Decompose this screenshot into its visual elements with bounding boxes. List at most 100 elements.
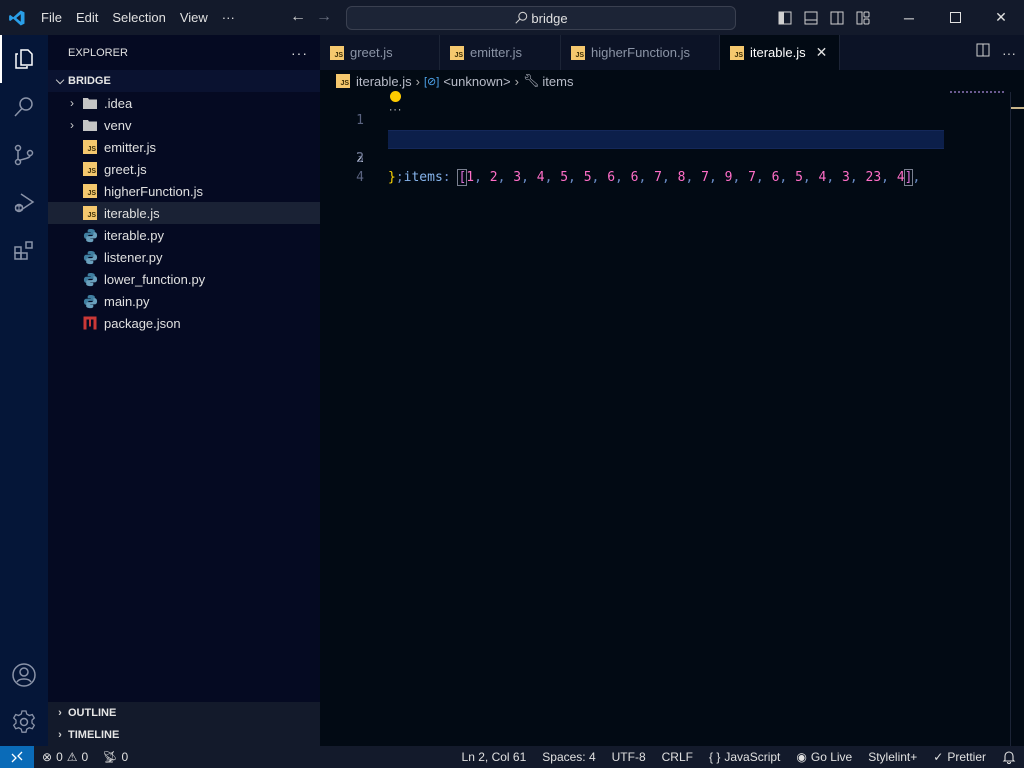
tree-item-higherfunction-js[interactable]: JS higherFunction.js: [48, 180, 320, 202]
editor-more-icon[interactable]: ···: [1002, 45, 1016, 61]
tree-item-greet-js[interactable]: JS greet.js: [48, 158, 320, 180]
token-comma: ,: [732, 170, 749, 185]
toggle-secondary-sidebar-icon[interactable]: [824, 0, 850, 35]
customize-layout-icon[interactable]: [850, 0, 876, 35]
ports-broadcast-icon: 📡︎: [102, 750, 118, 764]
problems-indicator[interactable]: ⊗ 0 ⚠︎ 0 📡︎ 0: [34, 750, 128, 764]
close-window-icon[interactable]: ✕: [978, 0, 1024, 35]
js-file-icon: JS: [336, 74, 350, 88]
tree-item-label: higherFunction.js: [104, 183, 203, 199]
toggle-panel-icon[interactable]: [798, 0, 824, 35]
toggle-primary-sidebar-icon[interactable]: [772, 0, 798, 35]
menu-edit[interactable]: Edit: [69, 0, 105, 35]
array-values: 1, 2, 3, 4, 5, 5, 6, 6, 7, 8, 7, 9, 7, 6…: [466, 170, 904, 185]
timeline-section[interactable]: › TIMELINE: [48, 724, 320, 746]
maximize-icon[interactable]: [932, 0, 978, 35]
array-number: 23: [865, 170, 882, 185]
indentation[interactable]: Spaces: 4: [534, 750, 603, 764]
end-of-line[interactable]: CRLF: [654, 750, 701, 764]
chevron-right-icon: ›: [58, 707, 62, 719]
settings-gear-icon[interactable]: [0, 698, 48, 746]
token-comma: ,: [826, 170, 843, 185]
folder-icon: [82, 95, 98, 111]
folder-name: BRIDGE: [68, 75, 111, 87]
breadcrumb-file[interactable]: iterable.js: [356, 74, 412, 89]
token-comma: ,: [912, 170, 921, 185]
explorer-icon[interactable]: [0, 35, 48, 83]
accounts-icon[interactable]: [0, 651, 48, 699]
menu-view[interactable]: View: [173, 0, 215, 35]
remote-indicator-icon[interactable]: [0, 746, 34, 768]
token-comma: ,: [544, 170, 561, 185]
tree-item-listener-py[interactable]: listener.py: [48, 246, 320, 268]
folder-header-bridge[interactable]: ⌵ BRIDGE: [48, 70, 320, 92]
lightbulb-icon[interactable]: [390, 91, 401, 102]
tree-item-iterable-js[interactable]: JS iterable.js: [48, 202, 320, 224]
menu-file[interactable]: File: [34, 0, 69, 35]
tree-item-lower-function-py[interactable]: lower_function.py: [48, 268, 320, 290]
minimize-icon[interactable]: ─: [886, 0, 932, 35]
array-number: 5: [795, 170, 803, 185]
encoding[interactable]: UTF-8: [604, 750, 654, 764]
token-comma: ,: [615, 170, 631, 185]
warning-icon: ⚠︎: [66, 750, 78, 764]
split-editor-icon[interactable]: [976, 43, 990, 62]
tree-item-label: emitter.js: [104, 139, 157, 155]
code-line-4: 4: [320, 149, 1024, 185]
tree-item-emitter-js[interactable]: JS emitter.js: [48, 136, 320, 158]
go-live-button[interactable]: ◉ Go Live: [788, 750, 860, 764]
js-file-icon: JS: [730, 45, 744, 60]
search-activity-icon[interactable]: [0, 83, 48, 131]
tab-greet-js[interactable]: JS greet.js: [320, 35, 440, 70]
menu-selection[interactable]: Selection: [105, 0, 172, 35]
explorer-sidebar: EXPLORER ··· ⌵ BRIDGE › .idea › venv JS emitt…: [48, 35, 320, 746]
tree-item-iterable-py[interactable]: iterable.py: [48, 224, 320, 246]
code-text: items: [1, 2, 3, 4, 5, 5, 6, 6, 7, 8, 7,…: [388, 168, 920, 187]
tree-item-main-py[interactable]: main.py: [48, 290, 320, 312]
array-number: 4: [896, 170, 905, 185]
breadcrumb-symbol-items[interactable]: items: [542, 74, 573, 89]
command-center-search[interactable]: bridge: [346, 6, 736, 30]
cursor-position[interactable]: Ln 2, Col 61: [454, 750, 535, 764]
tab-bar: JS greet.js JS emitter.js JS higherFunct…: [320, 35, 1024, 70]
token-comma: ,: [779, 170, 796, 185]
js-file-icon: JS: [571, 45, 585, 60]
extensions-icon[interactable]: [0, 227, 48, 275]
check-icon: ✓: [933, 750, 944, 764]
prettier-status[interactable]: ✓ Prettier: [925, 750, 994, 764]
tree-item-idea[interactable]: › .idea: [48, 92, 320, 114]
tab-iterable-js[interactable]: JS iterable.js ✕: [720, 35, 840, 70]
source-control-icon[interactable]: [0, 131, 48, 179]
explorer-more-button[interactable]: ···: [291, 45, 308, 61]
close-tab-icon[interactable]: ✕: [816, 44, 828, 61]
vertical-scrollbar[interactable]: [1010, 92, 1024, 746]
code-editor[interactable]: 1 module.exports = { ··· 2 items: [1, 2,…: [320, 91, 1024, 186]
tree-item-venv[interactable]: › venv: [48, 114, 320, 136]
token-comma: ,: [521, 170, 537, 185]
forward-arrow-icon[interactable]: →: [316, 8, 332, 26]
go-live-label: Go Live: [810, 750, 853, 764]
breadcrumb: JS iterable.js › [⊘] <unknown> › 🔧︎ item…: [320, 70, 1024, 92]
prettier-label: Prettier: [947, 750, 986, 764]
tree-item-label: lower_function.py: [104, 271, 206, 287]
tab-label: iterable.js: [750, 45, 806, 60]
token-comma: ,: [708, 170, 725, 185]
notifications-bell-icon[interactable]: [994, 750, 1024, 764]
minimap[interactable]: [950, 91, 1004, 93]
file-tree: › .idea › venv JS emitter.js JS greet.js JS highe…: [48, 92, 320, 334]
menu-more[interactable]: ···: [215, 0, 242, 35]
activity-bar: [0, 35, 48, 746]
chevron-right-icon: ›: [70, 118, 74, 132]
tab-higherfunction-js[interactable]: JS higherFunction.js: [561, 35, 720, 70]
stylelint-status[interactable]: Stylelint+: [860, 750, 925, 764]
breadcrumb-symbol-unknown[interactable]: <unknown>: [443, 74, 510, 89]
language-mode[interactable]: { } JavaScript: [701, 750, 788, 764]
tab-emitter-js[interactable]: JS emitter.js: [440, 35, 561, 70]
outline-section[interactable]: › OUTLINE: [48, 702, 320, 724]
run-debug-icon[interactable]: [0, 179, 48, 227]
back-arrow-icon[interactable]: ←: [290, 8, 306, 26]
token-comma: ,: [755, 170, 772, 185]
tree-item-package-json[interactable]: package.json: [48, 312, 320, 334]
folder-icon: [82, 117, 98, 133]
code-line-2: 2 items: [1, 2, 3, 4, 5, 5, 6, 6, 7, 8, …: [320, 111, 1024, 186]
